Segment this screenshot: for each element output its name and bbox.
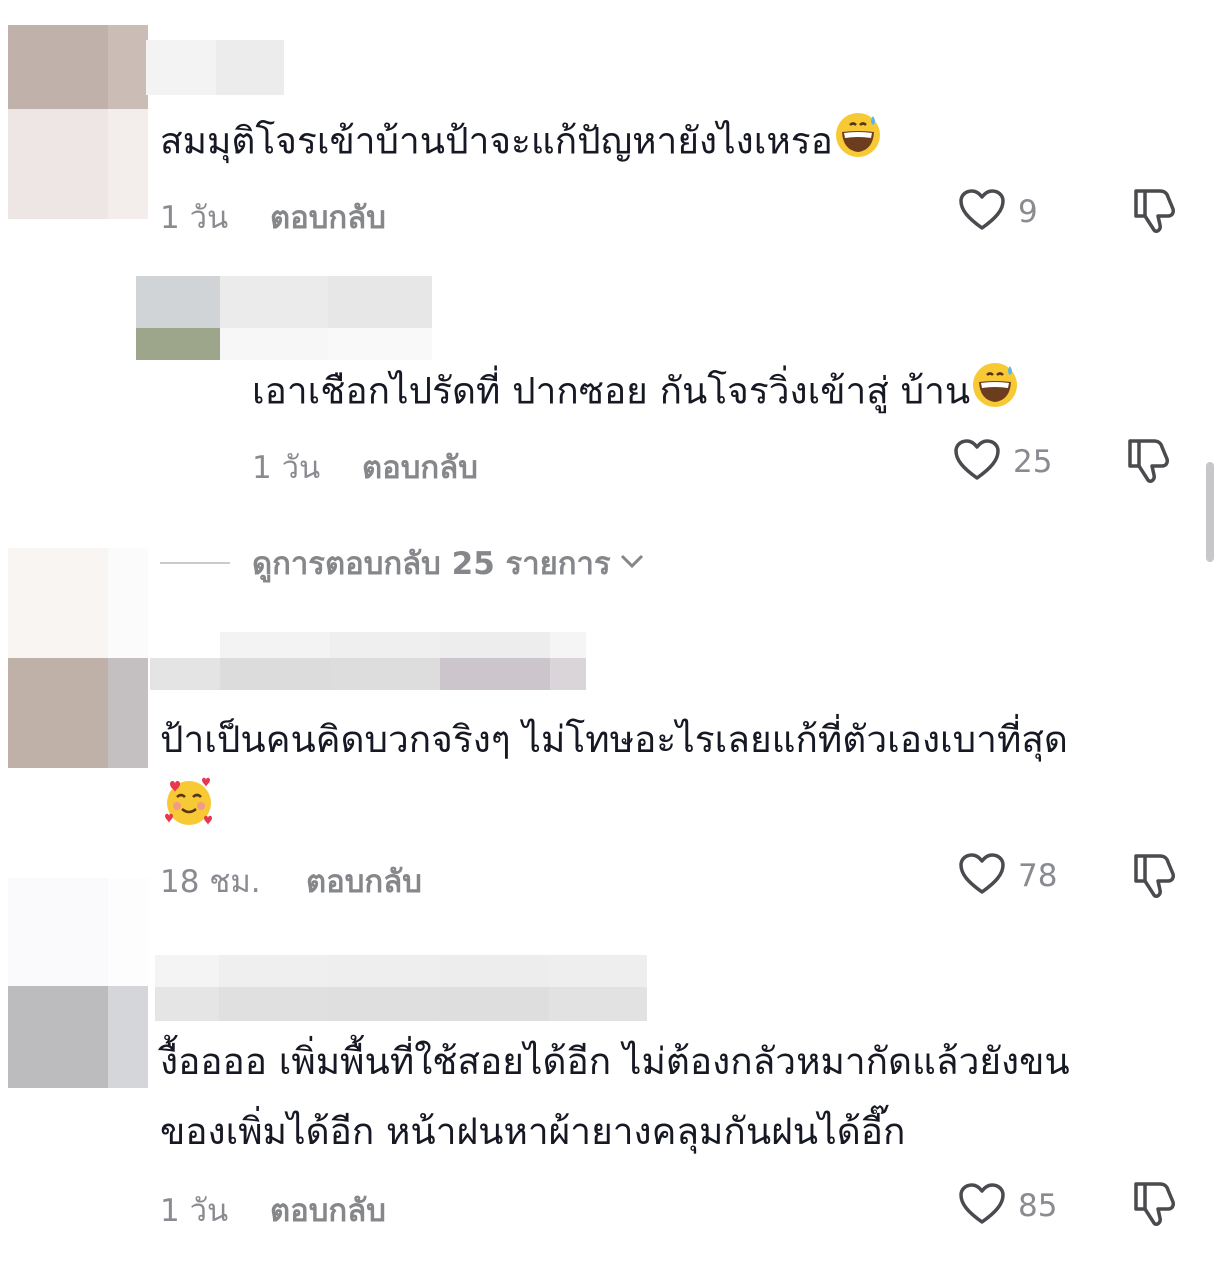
- heart-outline-icon: [958, 188, 1006, 236]
- comment-text: สมมุติโจรเข้าบ้านป้าจะแก้ปัญหายังไงเหรอ: [160, 110, 883, 176]
- heart-outline-icon: [958, 852, 1006, 900]
- like-count: 25: [1013, 444, 1053, 480]
- chevron-down-icon: [619, 552, 645, 574]
- avatar[interactable]: [136, 276, 220, 360]
- avatar[interactable]: [8, 25, 148, 219]
- comment-time: 1 วัน: [160, 200, 229, 236]
- scrollbar[interactable]: [1206, 462, 1214, 562]
- like-button[interactable]: 9: [958, 188, 1038, 236]
- grinning-sweat-emoji: [970, 360, 1020, 426]
- dislike-button[interactable]: [1130, 1178, 1180, 1232]
- username[interactable]: [146, 40, 284, 95]
- comment-text: เอาเชือกไปรัดที่ ปากซอย กันโจรวิ่งเข้าสู…: [252, 360, 1020, 426]
- comment-text: ป้าเป็นคนคิดบวกจริงๆ ไม่โทษอะไรเลยแก้ที่…: [160, 718, 1068, 761]
- grinning-sweat-emoji: [833, 110, 883, 176]
- like-count: 85: [1018, 1188, 1058, 1224]
- dislike-button[interactable]: [1124, 435, 1174, 489]
- reply-button[interactable]: ตอบกลับ: [362, 442, 478, 492]
- heart-outline-icon: [953, 438, 1001, 486]
- view-replies-label: ดูการตอบกลับ 25 รายการ: [252, 546, 611, 582]
- reply-button[interactable]: ตอบกลับ: [270, 1185, 386, 1235]
- heart-outline-icon: [958, 1182, 1006, 1230]
- username[interactable]: [220, 276, 432, 360]
- thumbs-down-icon: [1130, 1182, 1180, 1232]
- username[interactable]: [150, 632, 586, 690]
- smiling-hearts-emoji: [162, 776, 216, 834]
- like-button[interactable]: 25: [953, 438, 1052, 486]
- like-count: 9: [1018, 194, 1038, 230]
- dislike-button[interactable]: [1130, 185, 1180, 239]
- thumbs-down-icon: [1124, 439, 1174, 489]
- comment-time: 1 วัน: [160, 1193, 229, 1229]
- view-replies-button[interactable]: ดูการตอบกลับ 25 รายการ: [160, 538, 645, 588]
- like-button[interactable]: 85: [958, 1182, 1057, 1230]
- reply-button[interactable]: ตอบกลับ: [270, 192, 386, 242]
- avatar[interactable]: [8, 548, 148, 768]
- like-button[interactable]: 78: [958, 852, 1057, 900]
- dislike-button[interactable]: [1130, 850, 1180, 904]
- comment-time: 18 ชม.: [160, 864, 261, 900]
- divider-line: [160, 562, 230, 564]
- avatar[interactable]: [8, 878, 148, 1088]
- comment-text-line-1: งื้ออออ เพิ่มพื้นที่ใช้สอยได้อีก ไม่ต้อง…: [160, 1040, 1070, 1083]
- username[interactable]: [155, 955, 647, 1021]
- reply-button[interactable]: ตอบกลับ: [306, 856, 422, 906]
- comment-time: 1 วัน: [252, 450, 321, 486]
- like-count: 78: [1018, 858, 1058, 894]
- thumbs-down-icon: [1130, 189, 1180, 239]
- thumbs-down-icon: [1130, 854, 1180, 904]
- comment-text-line-2: ของเพิ่มได้อีก หน้าฝนหาผ้ายางคลุมกันฝนได…: [160, 1110, 906, 1153]
